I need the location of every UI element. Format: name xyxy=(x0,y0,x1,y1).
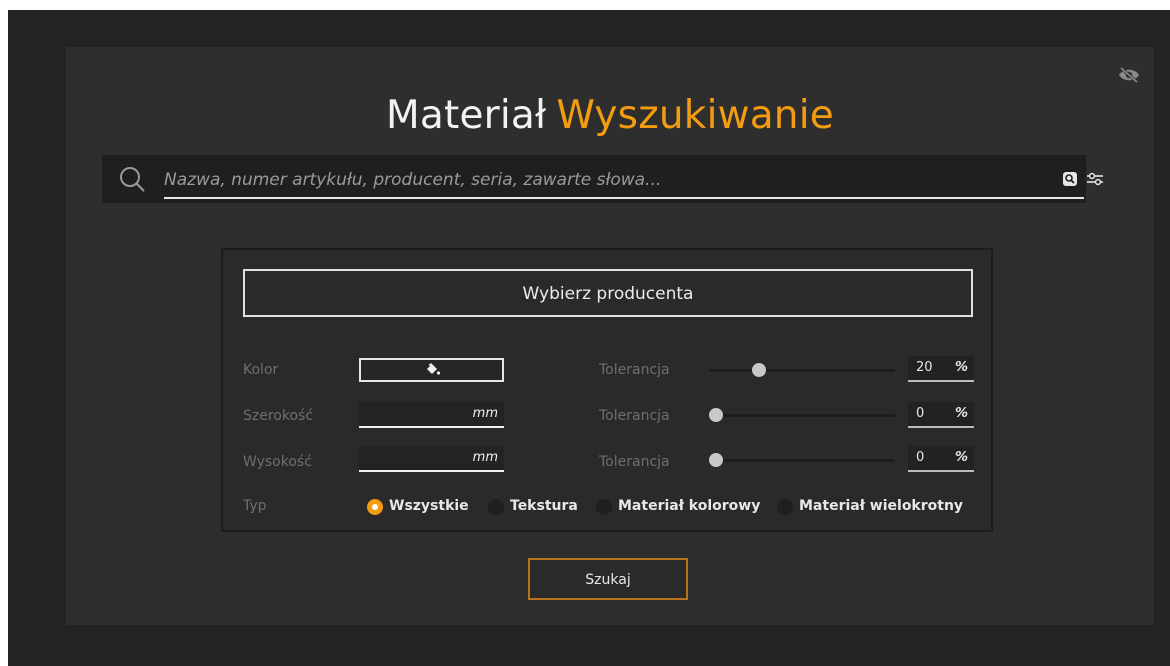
tolerance-slider-width[interactable] xyxy=(709,405,895,425)
color-picker[interactable] xyxy=(359,358,504,382)
height-input[interactable]: mm xyxy=(359,446,504,472)
color-label: Kolor xyxy=(243,362,279,378)
slider-thumb[interactable] xyxy=(752,363,766,377)
slider-thumb[interactable] xyxy=(709,453,723,467)
radio-label: Materiał kolorowy xyxy=(618,498,761,514)
title-main: Materiał xyxy=(386,93,547,138)
radio-dot xyxy=(488,499,504,515)
tolerance-slider-color[interactable] xyxy=(709,360,895,380)
tolerance-label-color: Tolerancja xyxy=(599,362,670,378)
tolerance-slider-height[interactable] xyxy=(709,450,895,470)
tolerance-value: 0 xyxy=(916,406,925,421)
search-bar xyxy=(102,155,1103,203)
radio-dot xyxy=(777,499,793,515)
tolerance-unit: % xyxy=(954,450,968,465)
radio-label: Materiał wielokrotny xyxy=(799,498,964,514)
tolerance-value: 0 xyxy=(916,450,925,465)
tolerance-unit: % xyxy=(954,360,968,375)
radio-dot xyxy=(596,499,612,515)
width-unit: mm xyxy=(472,406,498,421)
height-label: Wysokość xyxy=(243,454,312,470)
tolerance-input-height[interactable]: 0 % xyxy=(908,446,974,472)
image-search-icon[interactable] xyxy=(1062,171,1078,187)
eye-off-icon[interactable] xyxy=(1118,67,1140,83)
tolerance-input-width[interactable]: 0 % xyxy=(908,402,974,428)
slider-track xyxy=(709,369,895,372)
height-unit: mm xyxy=(472,450,498,465)
page-title: Materiał Wyszukiwanie xyxy=(66,91,1154,141)
tolerance-input-color[interactable]: 20 % xyxy=(908,356,974,382)
choose-producer-button[interactable]: Wybierz producenta xyxy=(243,269,973,317)
tolerance-value: 20 xyxy=(916,360,933,375)
radio-dot xyxy=(367,499,383,515)
type-label: Typ xyxy=(243,498,267,514)
radio-label: Wszystkie xyxy=(389,498,469,514)
slider-thumb[interactable] xyxy=(709,408,723,422)
material-search-panel: MateriałWyszukiwanie Wybierz producenta xyxy=(66,47,1154,625)
slider-track xyxy=(709,459,895,462)
width-label: Szerokość xyxy=(243,408,314,424)
search-button[interactable]: Szukaj xyxy=(528,558,688,600)
paint-bucket-icon xyxy=(427,363,441,375)
search-icon xyxy=(120,167,145,192)
tolerance-label-height: Tolerancja xyxy=(599,454,670,470)
radio-label: Tekstura xyxy=(510,498,578,514)
width-input[interactable]: mm xyxy=(359,402,504,428)
slider-track xyxy=(709,414,895,417)
filter-settings-icon[interactable] xyxy=(1086,171,1104,187)
tolerance-label-width: Tolerancja xyxy=(599,408,670,424)
tolerance-unit: % xyxy=(954,406,968,421)
app-window: MateriałWyszukiwanie Wybierz producenta xyxy=(8,10,1170,666)
search-input[interactable] xyxy=(164,163,1084,199)
filter-box: Wybierz producenta Kolor Szerokość mm Wy… xyxy=(221,248,993,532)
title-accent: Wyszukiwanie xyxy=(556,93,834,138)
